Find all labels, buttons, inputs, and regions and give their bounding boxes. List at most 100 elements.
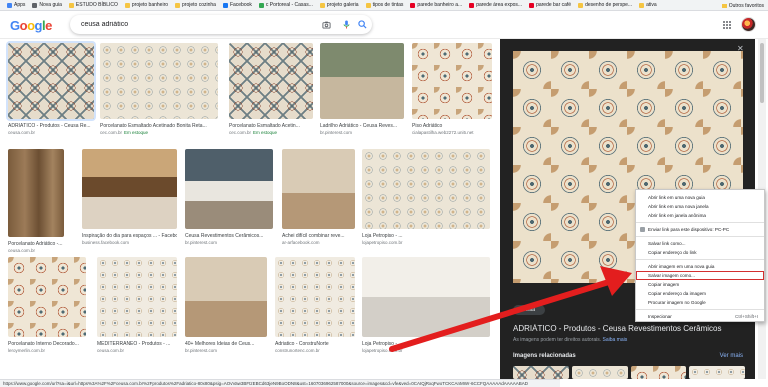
save-image-as-menu-item[interactable]: Salvar imagem como...	[636, 271, 764, 280]
image-result[interactable]: Porcelanato Adriático -... ceusa.com.br	[8, 149, 64, 257]
result-title[interactable]: Achei difícil combinar reve...	[282, 233, 355, 239]
result-thumbnail[interactable]	[100, 43, 218, 119]
bookmark-icon	[68, 2, 74, 8]
search-icon[interactable]	[358, 20, 367, 29]
result-title[interactable]: Porcelanato Esmaltado Acetin...	[229, 123, 313, 129]
image-result[interactable]: Loja Petropiso - ... lojapetropiso.com.br	[362, 257, 490, 357]
result-source: br.pinterest.com	[185, 348, 267, 353]
bookmark-item[interactable]: tipos de tintas	[365, 2, 403, 8]
bookmark-item[interactable]: projeto galeria	[319, 2, 359, 8]
preview-title[interactable]: ADRIÁTICO - Produtos - Ceusa Revestiment…	[513, 324, 748, 333]
result-title[interactable]: Inspiração do dia para espaços ... - Fac…	[82, 233, 177, 239]
bookmark-item[interactable]: parede bar café	[529, 2, 571, 8]
bookmark-item[interactable]: ESTUDO BÍBLICO	[68, 2, 118, 8]
related-thumbnail[interactable]	[630, 366, 687, 379]
bookmark-item[interactable]: c Portoreal - Casas...	[258, 2, 313, 8]
result-source: business.facebook.com	[82, 240, 177, 245]
bookmark-label: ESTUDO BÍBLICO	[75, 2, 118, 8]
bookmark-icon	[258, 2, 264, 8]
google-logo[interactable]: Google	[10, 18, 52, 33]
menu-item-label: Abrir imagem em uma nova guia	[648, 264, 715, 269]
menu-item-label: Copiar endereço da imagem	[648, 291, 706, 296]
bookmark-item[interactable]: Facebook	[222, 2, 252, 8]
result-thumbnail[interactable]	[362, 257, 490, 337]
result-title[interactable]: Porcelanato Esmaltado Acetinado Bonita R…	[100, 123, 218, 129]
result-thumbnail[interactable]	[8, 149, 64, 237]
context-menu-item[interactable]: Abrir link em uma nova janela	[636, 202, 764, 211]
context-menu-item[interactable]: Copiar imagem	[636, 280, 764, 289]
related-thumbnail[interactable]	[689, 366, 745, 379]
context-menu-item[interactable]: Abrir link em janela anônima	[636, 211, 764, 220]
avatar[interactable]	[741, 17, 756, 32]
apps-grid-icon[interactable]	[723, 20, 731, 29]
bookmark-item[interactable]: desenho de perspe...	[578, 2, 632, 8]
image-result[interactable]: Porcelanato Interno Decorado... leroymerl…	[8, 257, 86, 357]
image-result[interactable]: Achei difícil combinar reve... ar-arfaceb…	[282, 149, 355, 249]
result-thumbnail[interactable]	[8, 257, 86, 337]
bookmark-item[interactable]: ativa	[639, 2, 657, 8]
result-title[interactable]: Adriatico - ConstruNorte	[275, 341, 355, 347]
result-title[interactable]: 40+ Melhores Ideias de Ceus...	[185, 341, 267, 347]
search-box[interactable]	[70, 15, 372, 34]
result-thumbnail[interactable]	[320, 43, 404, 119]
context-menu-item[interactable]: Copiar endereço da imagem	[636, 289, 764, 298]
image-result[interactable]: Porcelanato Esmaltado Acetinado Bonita R…	[100, 43, 218, 139]
related-thumbnail[interactable]	[513, 366, 569, 379]
learn-more-link[interactable]: Saiba mais	[603, 337, 628, 343]
other-bookmarks[interactable]: Outros favoritos	[721, 0, 764, 11]
image-result[interactable]: ADRIÁTICO - Produtos - Ceusa Re... ceusa.…	[5, 40, 97, 142]
result-thumbnail[interactable]	[82, 149, 177, 229]
search-header: Google	[0, 11, 768, 39]
result-thumbnail[interactable]	[362, 149, 490, 229]
bookmark-item[interactable]: Apps	[7, 2, 25, 8]
mic-icon[interactable]	[342, 20, 351, 29]
image-result[interactable]: MEDITERRÂNEO - Produtos - ... ceusa.com.b…	[97, 257, 177, 357]
image-result[interactable]: Ladrilho Adriático - Ceusa Reves... br.pi…	[320, 43, 404, 139]
image-result[interactable]: Piso Adriático cialapastilha.web2272.uni5…	[412, 43, 492, 139]
result-title[interactable]: Ceusa Revestimentos Cerâmicos...	[185, 233, 273, 239]
image-result[interactable]: Adriatico - ConstruNorte construnortenc.c…	[275, 257, 355, 357]
result-thumbnail[interactable]	[185, 257, 267, 337]
result-title[interactable]: Porcelanato Interno Decorado...	[8, 341, 86, 347]
result-thumbnail[interactable]	[185, 149, 273, 229]
context-menu-item[interactable]: Enviar link para este dispositivo: PC-PC	[636, 225, 764, 234]
context-menu-item[interactable]: Abrir imagem em uma nova guia	[636, 262, 764, 271]
context-menu-item[interactable]: Inspecionar Ctrl+Shift+I	[636, 312, 764, 321]
visit-button[interactable]: Visita	[513, 305, 545, 315]
bookmark-item[interactable]: Nova guia	[32, 2, 62, 8]
context-menu-item[interactable]: Copiar endereço do link	[636, 248, 764, 257]
context-menu-item[interactable]: Procurar imagem no Google	[636, 298, 764, 307]
image-result[interactable]: 40+ Melhores Ideias de Ceus... br.pintere…	[185, 257, 267, 357]
image-result[interactable]: Inspiração do dia para espaços ... - Fac…	[82, 149, 177, 249]
image-result[interactable]: Loja Petropiso - ... lojapetropiso.com.br	[362, 149, 490, 249]
bookmark-item[interactable]: projeto cozinha	[175, 2, 216, 8]
result-title[interactable]: Loja Petropiso - ...	[362, 341, 490, 347]
bookmark-item[interactable]: projeto banheiro	[124, 2, 168, 8]
result-thumbnail[interactable]	[8, 43, 94, 119]
context-menu-item[interactable]: Salvar link como...	[636, 239, 764, 248]
result-thumbnail[interactable]	[275, 257, 355, 337]
result-thumbnail[interactable]	[97, 257, 177, 337]
result-title[interactable]: MEDITERRÂNEO - Produtos - ...	[97, 341, 177, 347]
result-thumbnail[interactable]	[229, 43, 313, 119]
menu-item-label: Salvar link como...	[648, 241, 686, 246]
result-thumbnail[interactable]	[282, 149, 355, 229]
result-thumbnail[interactable]	[412, 43, 492, 119]
result-title[interactable]: Porcelanato Adriático -...	[8, 241, 64, 247]
camera-icon[interactable]	[322, 20, 331, 29]
result-title[interactable]: Ladrilho Adriático - Ceusa Reves...	[320, 123, 404, 129]
bookmark-item[interactable]: parede banheiro a...	[410, 2, 462, 8]
menu-separator	[636, 222, 764, 223]
see-more-link[interactable]: Ver mais	[720, 353, 743, 359]
result-title[interactable]: ADRIÁTICO - Produtos - Ceusa Re...	[8, 123, 94, 129]
image-result[interactable]: Porcelanato Esmaltado Acetin... cec.com.b…	[229, 43, 313, 139]
related-thumbnails	[513, 366, 745, 379]
result-title[interactable]: Loja Petropiso - ...	[362, 233, 490, 239]
context-menu-item[interactable]: Abrir link em uma nova guia	[636, 193, 764, 202]
search-input[interactable]	[81, 19, 311, 30]
image-result[interactable]: Ceusa Revestimentos Cerâmicos... br.pinte…	[185, 149, 273, 249]
bookmark-item[interactable]: parede área expos...	[469, 2, 522, 8]
result-title[interactable]: Piso Adriático	[412, 123, 492, 129]
scrollbar-thumb[interactable]	[760, 43, 764, 103]
related-thumbnail[interactable]	[571, 366, 628, 379]
